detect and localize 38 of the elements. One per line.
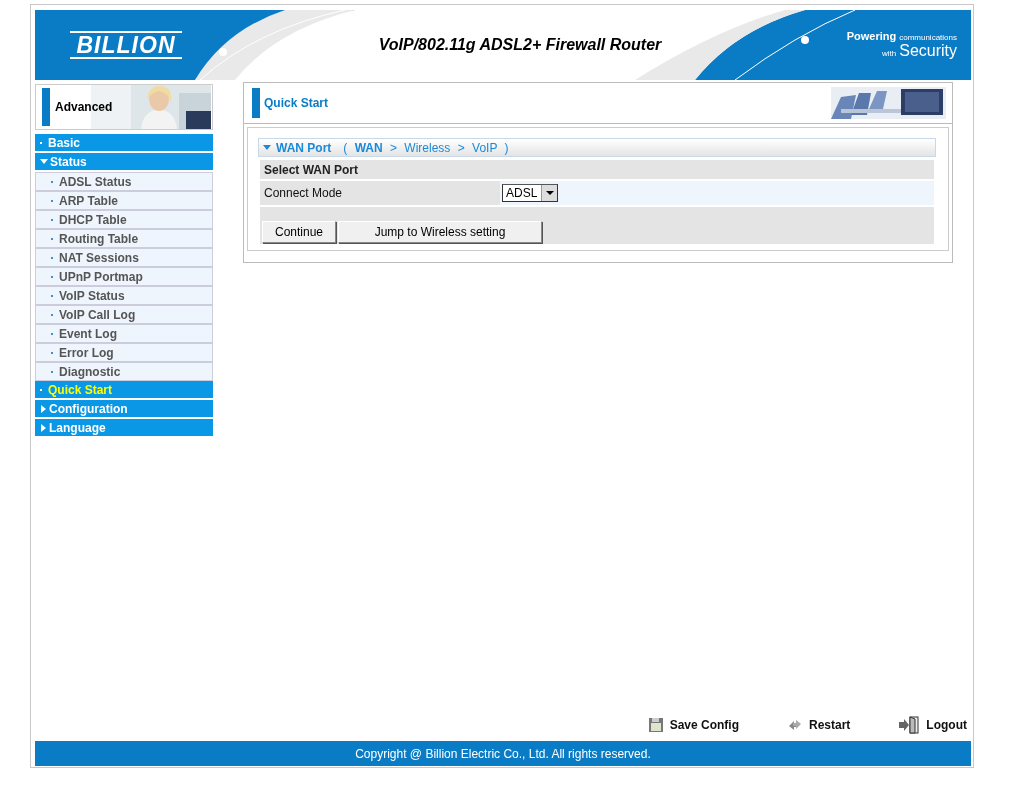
tagline-text: Powering xyxy=(846,30,897,42)
submenu-item[interactable]: UPnP Portmap xyxy=(35,267,213,286)
submenu-item[interactable]: ADSL Status xyxy=(35,172,213,191)
submenu-item[interactable]: VoIP Call Log xyxy=(35,305,213,324)
accent-bar xyxy=(42,88,50,126)
toolbar-link[interactable]: Save Config xyxy=(647,717,739,733)
caret-right-icon xyxy=(41,404,46,413)
logo: BILLION xyxy=(70,31,182,59)
submenu-item[interactable]: Event Log xyxy=(35,324,213,343)
submenu-item[interactable]: Diagnostic xyxy=(35,362,213,381)
caret-right-icon xyxy=(41,423,46,432)
tagline-text: communications xyxy=(899,33,957,42)
submenu-item[interactable]: ARP Table xyxy=(35,191,213,210)
tagline-text: Security xyxy=(899,42,957,60)
window-title: VoIP/802.11g ADSL2+ Firewall Router xyxy=(377,36,663,54)
submenu-item[interactable]: NAT Sessions xyxy=(35,248,213,267)
field-label: Connect Mode xyxy=(264,186,343,200)
toolbar-link[interactable]: Restart xyxy=(787,717,851,733)
submenu-item[interactable]: DHCP Table xyxy=(35,210,213,229)
copyright-text: Copyright @ Billion Electric Co., Ltd. All rights reserved. xyxy=(355,746,651,761)
mode-label: Advanced xyxy=(55,100,113,114)
wizard-steps: ( WAN > Wireless > VoIP ) xyxy=(343,140,509,155)
door-icon xyxy=(898,716,921,734)
submenu-item[interactable]: Error Log xyxy=(35,343,213,362)
button[interactable]: Continue xyxy=(262,221,336,243)
button[interactable]: Jump to Wireless setting xyxy=(338,221,542,243)
caret-down-icon xyxy=(263,145,271,150)
section-title: WAN Port xyxy=(276,140,332,155)
arrows-icon xyxy=(787,717,803,733)
submenu-item[interactable]: VoIP Status xyxy=(35,286,213,305)
caret-down-icon xyxy=(40,159,48,164)
form-title: Select WAN Port xyxy=(264,162,359,177)
select-field[interactable]: ADSL xyxy=(502,184,559,202)
toolbar-link[interactable]: Logout xyxy=(898,716,967,734)
tagline-text: with xyxy=(881,49,897,58)
accent-bar xyxy=(252,88,260,118)
submenu-item[interactable]: Routing Table xyxy=(35,229,213,248)
page-title: Quick Start xyxy=(264,96,329,110)
